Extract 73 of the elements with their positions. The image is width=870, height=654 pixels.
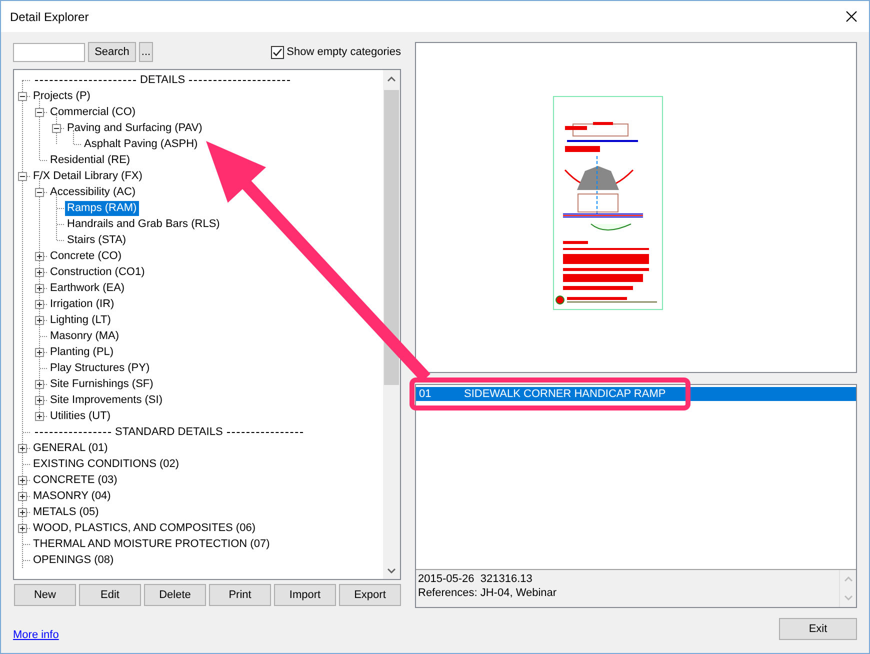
more-info-link[interactable]: More info	[13, 629, 59, 641]
tree-item[interactable]: Concrete (CO)	[48, 248, 124, 264]
collapse-icon[interactable]	[18, 172, 27, 181]
detail-info-text: 2015-05-26 321316.13	[418, 572, 534, 586]
expand-icon[interactable]	[35, 300, 44, 309]
tree-item[interactable]: Commercial (CO)	[48, 104, 138, 120]
collapse-icon[interactable]	[35, 108, 44, 117]
tree-item[interactable]: GENERAL (01)	[31, 440, 110, 456]
tree-item[interactable]: Masonry (MA)	[48, 328, 122, 344]
expand-icon[interactable]	[35, 284, 44, 293]
expand-icon[interactable]	[35, 252, 44, 261]
tree-item[interactable]: CONCRETE (03)	[31, 472, 120, 488]
search-button[interactable]: Search	[88, 42, 136, 62]
action-button[interactable]: Delete	[144, 584, 206, 606]
close-icon[interactable]	[846, 11, 856, 22]
tree-item[interactable]: Utilities (UT)	[48, 408, 112, 424]
expand-icon[interactable]	[18, 492, 27, 501]
collapse-icon[interactable]	[35, 188, 44, 197]
expand-icon[interactable]	[18, 508, 27, 517]
action-button[interactable]: Print	[209, 584, 271, 606]
options-button[interactable]: ...	[139, 42, 153, 62]
collapse-icon[interactable]	[18, 92, 27, 101]
expand-icon[interactable]	[35, 396, 44, 405]
tree-item[interactable]: THERMAL AND MOISTURE PROTECTION (07)	[31, 536, 272, 552]
window-title: Detail Explorer	[10, 10, 89, 24]
detail-list-row[interactable]: 01 SIDEWALK CORNER HANDICAP RAMP	[416, 387, 856, 401]
tree-item[interactable]: Residential (RE)	[48, 152, 132, 168]
tree-item[interactable]: Projects (P)	[31, 88, 92, 104]
tree-item[interactable]: Accessibility (AC)	[48, 184, 138, 200]
search-field[interactable]	[13, 42, 85, 62]
expand-icon[interactable]	[35, 316, 44, 325]
tree-item[interactable]: Site Furnishings (SF)	[48, 376, 156, 392]
tree-item[interactable]: Asphalt Paving (ASPH)	[82, 136, 200, 152]
checkbox-label[interactable]: Show empty categories	[286, 46, 401, 58]
expand-icon[interactable]	[18, 476, 27, 485]
tree-item[interactable]: Irrigation (IR)	[48, 296, 116, 312]
expand-icon[interactable]	[35, 412, 44, 421]
collapse-icon[interactable]	[52, 124, 61, 133]
tree-item[interactable]: OPENINGS (08)	[31, 552, 116, 568]
tree-item[interactable]: METALS (05)	[31, 504, 101, 520]
expand-icon[interactable]	[35, 348, 44, 357]
scroll-down-icon[interactable]	[387, 568, 396, 574]
tree-item[interactable]: Paving and Surfacing (PAV)	[65, 120, 204, 136]
tree-section-heading: STANDARD DETAILS	[115, 426, 223, 438]
tree-section-heading: DETAILS	[140, 74, 186, 86]
tree-item[interactable]: F/X Detail Library (FX)	[31, 168, 144, 184]
tree-item[interactable]: Stairs (STA)	[65, 232, 128, 248]
tree-item[interactable]: Handrails and Grab Bars (RLS)	[65, 216, 222, 232]
checkbox[interactable]	[270, 46, 284, 58]
scrollbar-thumb[interactable]	[384, 90, 399, 385]
exit-button[interactable]: Exit	[779, 618, 857, 640]
tree-item[interactable]: EXISTING CONDITIONS (02)	[31, 456, 182, 472]
expand-icon[interactable]	[18, 444, 27, 453]
tree-item[interactable]: Lighting (LT)	[48, 312, 113, 328]
tree-item[interactable]: MASONRY (04)	[31, 488, 113, 504]
action-button[interactable]: Export	[339, 584, 401, 606]
tree-item[interactable]: Planting (PL)	[48, 344, 116, 360]
expand-icon[interactable]	[18, 524, 27, 533]
tree-item[interactable]: Ramps (RAM)	[65, 200, 139, 216]
expand-icon[interactable]	[35, 268, 44, 277]
action-button[interactable]: Edit	[79, 584, 141, 606]
scroll-up-icon[interactable]	[387, 76, 396, 82]
action-button[interactable]: New	[14, 584, 76, 606]
action-button[interactable]: Import	[274, 584, 336, 606]
tree-item[interactable]: Construction (CO1)	[48, 264, 147, 280]
tree-item[interactable]: WOOD, PLASTICS, AND COMPOSITES (06)	[31, 520, 258, 536]
detail-number: 01	[418, 388, 432, 400]
tree-item[interactable]: Site Improvements (SI)	[48, 392, 164, 408]
detail-title: SIDEWALK CORNER HANDICAP RAMP	[464, 388, 666, 400]
tree-item[interactable]: Play Structures (PY)	[48, 360, 152, 376]
detail-info-text: References: JH-04, Webinar	[418, 586, 558, 600]
expand-icon[interactable]	[35, 380, 44, 389]
tree-item[interactable]: Earthwork (EA)	[48, 280, 127, 296]
